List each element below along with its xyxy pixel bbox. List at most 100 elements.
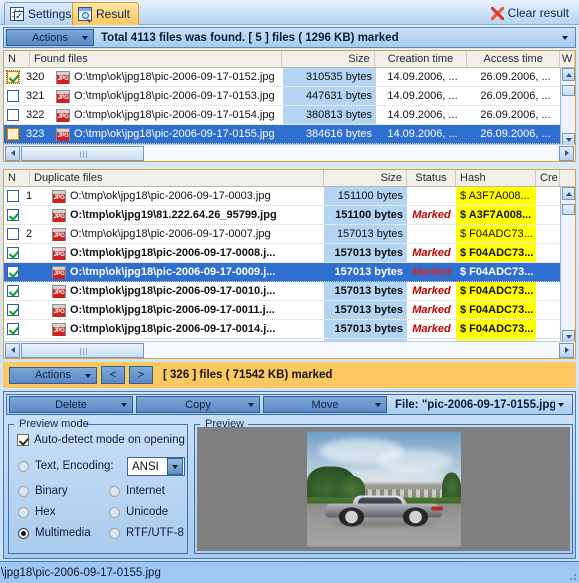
scroll-thumb[interactable] [562,85,575,96]
checkbox-icon[interactable] [17,434,29,446]
duplicate-files-hscrollbar[interactable] [4,341,575,358]
col-header-access[interactable]: Access time [467,51,561,67]
table-row[interactable]: 1 O:\tmp\ok\jpg18\pic-2006-09-17-0003.jpg… [4,187,575,206]
row-file-path: O:\tmp\ok\jpg18\pic-2006-09-17-0154.jpg [52,106,283,124]
row-hash: $ F04ADC73... [456,282,536,300]
row-check-cell [4,244,26,262]
row-checkbox[interactable] [6,127,20,141]
duplicate-files-body: 1 O:\tmp\ok\jpg18\pic-2006-09-17-0003.jpg… [4,187,575,343]
table-row[interactable]: 323 O:\tmp\ok\jpg18\pic-2006-09-17-0155.j… [4,125,575,144]
preview-canvas[interactable] [197,427,570,551]
dup-col-header-n[interactable]: N [4,170,30,186]
chevron-down-icon[interactable] [167,458,183,475]
dup-hscroll-track[interactable] [144,342,558,358]
found-files-hscrollbar[interactable] [4,144,575,161]
move-button[interactable]: Move [263,396,387,413]
found-summary-text: Total 4113 files was found. [ 5 ] files … [101,31,399,44]
row-number: 322 [26,109,45,121]
row-checkbox[interactable] [7,323,19,335]
dup-scroll-up-button[interactable] [562,187,575,200]
row-size: 447631 bytes [283,87,376,105]
row-size: 151100 bytes [324,206,407,224]
prev-group-button[interactable]: < [101,366,125,384]
dup-hscroll-right-button[interactable] [559,342,574,358]
dup-col-header-status[interactable]: Status [407,170,456,186]
radio-icon[interactable] [18,485,29,497]
row-check-cell [4,68,26,86]
file-dropdown-icon[interactable] [558,402,564,407]
radio-rtf-utf8[interactable]: RTF/UTF-8 [109,527,184,539]
top-actions-label: Actions [31,31,69,44]
radio-unicode[interactable]: Unicode [109,506,168,518]
copy-button[interactable]: Copy [136,396,260,413]
radio-binary[interactable]: Binary [18,485,68,497]
clear-result-button[interactable]: Clear result [485,3,575,23]
delete-button[interactable]: Delete [9,396,133,413]
scroll-up-button[interactable] [562,68,575,81]
hscroll-thumb[interactable] [21,145,144,161]
row-checkbox[interactable] [7,304,19,316]
radio-hex[interactable]: Hex [18,506,55,518]
duplicate-files-vscrollbar[interactable] [560,187,575,343]
autodetect-checkbox-row[interactable]: Auto-detect mode on opening [17,434,185,446]
radio-internet[interactable]: Internet [109,485,165,497]
row-checkbox[interactable] [7,109,19,121]
row-checkbox[interactable] [7,285,19,297]
mid-actions-button[interactable]: Actions [9,366,97,384]
found-files-vscrollbar[interactable] [560,68,575,146]
row-checkbox[interactable] [6,70,20,84]
radio-text-encoding[interactable]: Text, Encoding: [18,460,114,472]
table-row[interactable]: 321 O:\tmp\ok\jpg18\pic-2006-09-17-0153.j… [4,87,575,106]
hscroll-right-button[interactable] [559,145,574,161]
table-row[interactable]: O:\tmp\ok\jpg18\pic-2006-09-17-0014.j...… [4,320,575,339]
row-file-path: O:\tmp\ok\jpg18\pic-2006-09-17-0014.j... [48,320,324,338]
row-file-path: O:\tmp\ok\jpg18\pic-2006-09-17-0007.jpg [48,225,324,243]
radio-icon[interactable] [109,485,120,497]
row-status: Marked [412,285,451,297]
table-row[interactable]: O:\tmp\ok\jpg19\81.222.64.26_95799.jpg15… [4,206,575,225]
row-size: 380813 bytes [283,106,376,124]
top-actions-button[interactable]: Actions [6,29,94,46]
dup-col-header-creation[interactable]: Cre [536,170,560,186]
radio-icon[interactable] [18,460,29,472]
col-header-n[interactable]: N [4,51,30,67]
encoding-select[interactable]: ANSI [127,457,185,476]
row-checkbox[interactable] [7,228,19,240]
table-row[interactable]: 320 O:\tmp\ok\jpg18\pic-2006-09-17-0152.j… [4,68,575,87]
row-checkbox[interactable] [7,247,19,259]
next-group-button[interactable]: > [129,366,153,384]
col-header-size[interactable]: Size [282,51,375,67]
row-checkbox[interactable] [7,90,19,102]
radio-icon[interactable] [18,506,29,518]
dup-scroll-thumb[interactable] [562,204,575,215]
table-row[interactable]: 2 O:\tmp\ok\jpg18\pic-2006-09-17-0007.jpg… [4,225,575,244]
hscroll-track[interactable] [144,145,558,161]
row-checkbox[interactable] [7,266,19,278]
radio-icon[interactable] [109,527,120,539]
dup-col-header-files[interactable]: Duplicate files [30,170,324,186]
table-row[interactable]: O:\tmp\ok\jpg18\pic-2006-09-17-0010.j...… [4,282,575,301]
row-size: 157013 bytes [324,320,407,338]
table-row[interactable]: O:\tmp\ok\jpg18\pic-2006-09-17-0009.j...… [4,263,575,282]
table-row[interactable]: O:\tmp\ok\jpg18\pic-2006-09-17-0008.j...… [4,244,575,263]
dup-col-header-size[interactable]: Size [324,170,407,186]
col-header-write[interactable]: W [560,51,575,67]
radio-unicode-label: Unicode [126,506,169,518]
tab-result[interactable]: Result [72,2,140,25]
radio-icon[interactable] [18,527,29,539]
col-header-creation[interactable]: Creation time [375,51,468,67]
tab-settings[interactable]: ✓ Settings [4,2,81,25]
topbar-dropdown-icon[interactable] [562,35,568,40]
row-checkbox[interactable] [7,190,19,202]
radio-multimedia[interactable]: Multimedia [18,527,91,539]
row-checkbox[interactable] [7,209,19,221]
resize-grip-icon[interactable] [567,571,577,581]
radio-icon[interactable] [109,506,120,518]
dup-hscroll-left-button[interactable] [5,342,20,358]
table-row[interactable]: O:\tmp\ok\jpg18\pic-2006-09-17-0011.j...… [4,301,575,320]
dup-col-header-hash[interactable]: Hash [456,170,536,186]
hscroll-left-button[interactable] [5,145,20,161]
col-header-found-files[interactable]: Found files [30,51,282,67]
table-row[interactable]: 322 O:\tmp\ok\jpg18\pic-2006-09-17-0154.j… [4,106,575,125]
dup-hscroll-thumb[interactable] [21,342,144,358]
